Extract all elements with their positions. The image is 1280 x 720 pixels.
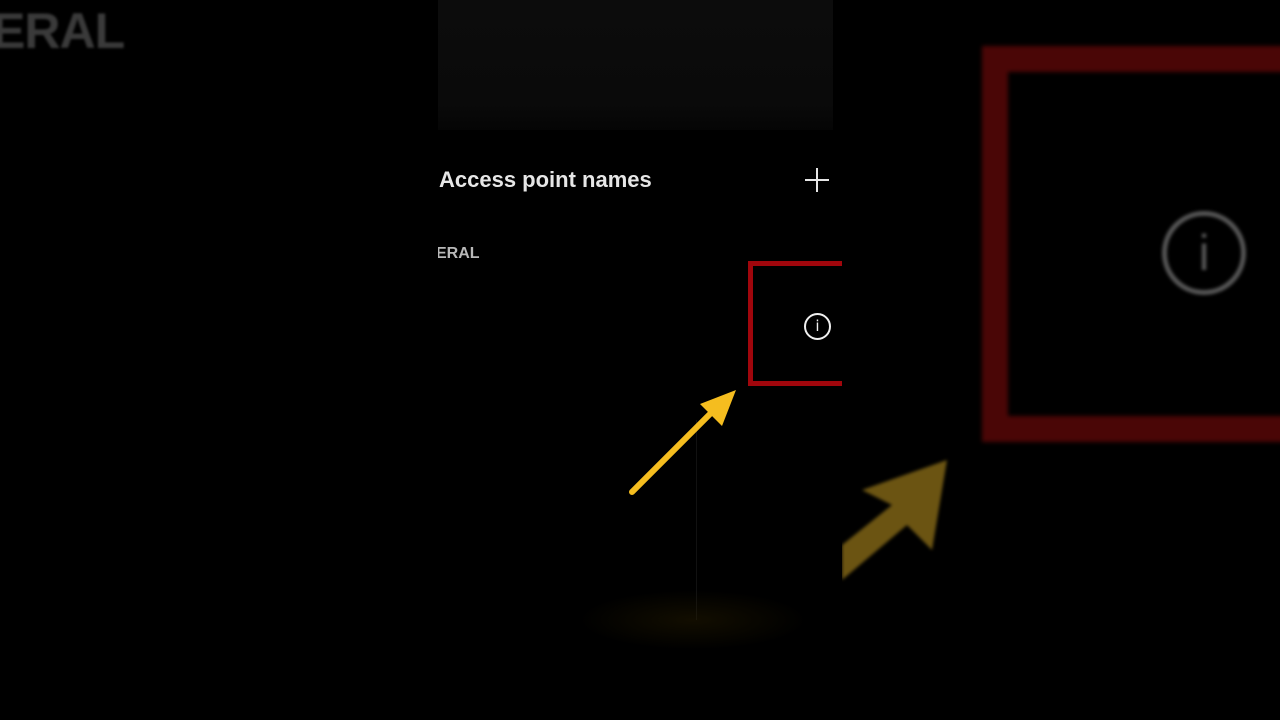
blurred-arrow-icon xyxy=(842,460,947,580)
pointer-arrow-icon xyxy=(629,390,736,495)
blurred-info-icon: i xyxy=(1162,211,1246,295)
page-title: Access point names xyxy=(439,167,652,192)
blurred-background-left: ERAL xyxy=(0,0,438,720)
bottom-glow xyxy=(578,590,808,650)
top-image-placeholder xyxy=(438,0,833,130)
phone-screen: Access point names ERAL i xyxy=(438,0,842,720)
blurred-info-glyph: i xyxy=(1198,225,1210,281)
info-glyph: i xyxy=(815,317,820,335)
section-header: ERAL xyxy=(438,245,480,262)
blurred-background-right: i xyxy=(842,0,1280,720)
blurred-section-label: ERAL xyxy=(0,3,125,59)
info-icon[interactable]: i xyxy=(804,313,831,340)
add-apn-button[interactable] xyxy=(802,166,832,196)
video-frame: ERAL Access point names ERAL i i xyxy=(0,0,1280,720)
